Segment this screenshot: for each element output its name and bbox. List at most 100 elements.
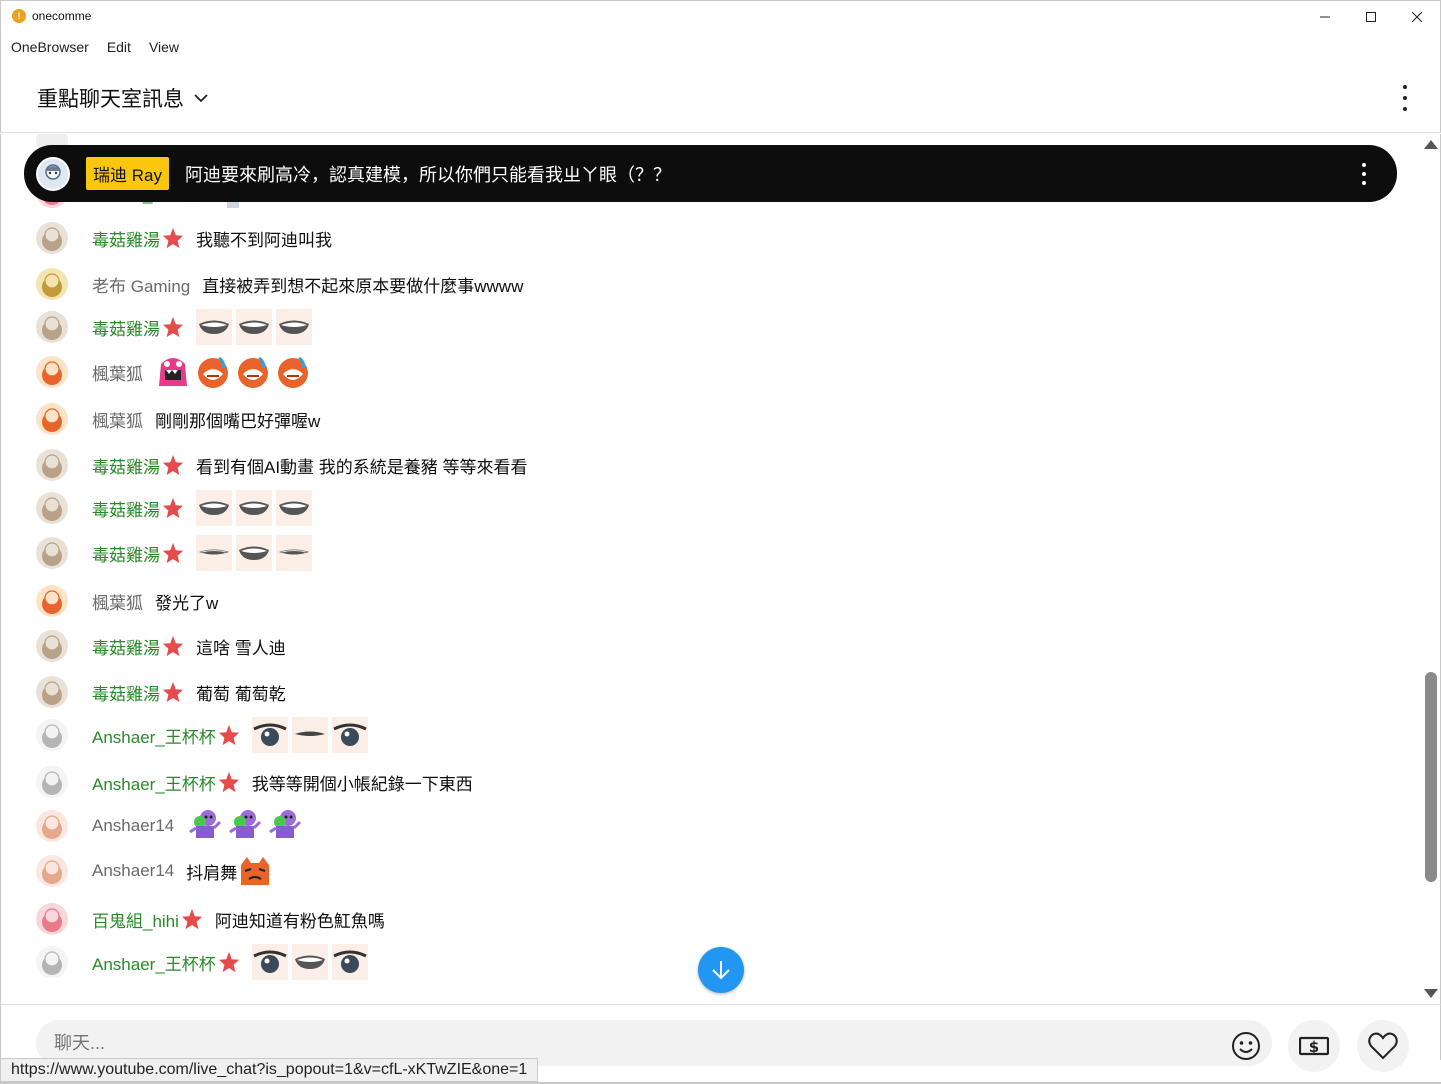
author-name[interactable]: 毒菇雞湯: [92, 226, 160, 251]
author-name[interactable]: 楓葉狐: [92, 360, 143, 385]
author-name[interactable]: Anshaer_王杯杯: [92, 950, 216, 975]
window-controls: [1302, 1, 1440, 32]
menu-bar: OneBrowser Edit View: [0, 31, 1441, 63]
chat-message[interactable]: 楓葉狐 發光了w: [36, 581, 218, 621]
avatar[interactable]: [36, 492, 68, 524]
avatar[interactable]: [36, 766, 68, 798]
author-name[interactable]: 毒菇雞湯: [92, 453, 160, 478]
orange-face-emoji-icon: [195, 354, 231, 390]
member-star-badge-icon: [218, 724, 239, 746]
avatar[interactable]: [36, 403, 68, 435]
grin-mouth-emoji-icon: [276, 490, 312, 526]
author-name[interactable]: Anshaer14: [92, 816, 174, 836]
avatar[interactable]: [36, 268, 68, 300]
avatar[interactable]: [36, 356, 68, 388]
author-name[interactable]: 老布 Gaming: [92, 272, 190, 297]
message-text: 這啥 雪人迪: [196, 638, 286, 658]
chat-message[interactable]: Anshaer_王杯杯: [36, 715, 372, 755]
avatar[interactable]: [36, 585, 68, 617]
menu-view[interactable]: View: [149, 39, 179, 55]
member-star-badge-icon: [218, 771, 239, 793]
flat-mouth-emoji-icon: [276, 535, 312, 571]
message-text: 直接被弄到想不起來原本要做什麼事wwww: [202, 276, 524, 296]
author-name[interactable]: Anshaer_王杯杯: [92, 770, 216, 795]
avatar[interactable]: [36, 676, 68, 708]
grin-mouth-emoji-icon: [196, 309, 232, 345]
author-name[interactable]: Anshaer14: [92, 861, 174, 881]
chat-message[interactable]: 楓葉狐 剛剛那個嘴巴好彈喔w: [36, 399, 320, 439]
avatar[interactable]: [36, 449, 68, 481]
scroll-down-arrow-icon[interactable]: [1424, 989, 1438, 998]
author-name[interactable]: 楓葉狐: [92, 589, 143, 614]
scroll-to-bottom-button[interactable]: [698, 947, 744, 993]
dancing-purple-emoji-icon: [266, 808, 302, 844]
chat-message[interactable]: Anshaer14: [36, 806, 306, 846]
menu-edit[interactable]: Edit: [107, 39, 131, 55]
maximize-button[interactable]: [1348, 1, 1394, 32]
flat-mouth-emoji-icon: [196, 535, 232, 571]
heart-icon: [1368, 1032, 1398, 1060]
more-options-icon[interactable]: [1402, 85, 1408, 111]
avatar[interactable]: [36, 630, 68, 662]
menu-onebrowser[interactable]: OneBrowser: [11, 39, 89, 55]
eye-emoji-icon: [331, 944, 368, 980]
scrollbar[interactable]: [1421, 134, 1441, 1004]
avatar[interactable]: [36, 222, 68, 254]
chat-message[interactable]: 毒菇雞湯: [36, 307, 316, 347]
dancing-purple-emoji-icon: [186, 808, 222, 844]
like-button[interactable]: [1357, 1020, 1409, 1072]
chat-message[interactable]: 毒菇雞湯: [36, 488, 316, 528]
author-name[interactable]: Anshaer_王杯杯: [92, 723, 216, 748]
author-name[interactable]: 毒菇雞湯: [92, 315, 160, 340]
chevron-down-icon[interactable]: [194, 91, 208, 105]
minimize-button[interactable]: [1302, 1, 1348, 32]
avatar[interactable]: [36, 903, 68, 935]
chat-message[interactable]: 毒菇雞湯 這啥 雪人迪: [36, 626, 286, 666]
orange-face-emoji-icon: [275, 354, 311, 390]
grin-mouth-emoji-icon: [291, 944, 328, 980]
scrollbar-thumb[interactable]: [1425, 672, 1437, 882]
avatar[interactable]: [36, 719, 68, 751]
eye-emoji-icon: [251, 944, 288, 980]
avatar[interactable]: [36, 537, 68, 569]
chat-message[interactable]: Anshaer_王杯杯: [36, 942, 372, 982]
avatar[interactable]: [36, 810, 68, 842]
title-bar: ! onecomme: [0, 0, 1441, 31]
message-text: 發光了w: [155, 593, 219, 613]
message-text: 我聽不到阿迪叫我: [196, 230, 332, 250]
chat-message[interactable]: 毒菇雞湯 葡萄 葡萄乾: [36, 672, 286, 712]
avatar[interactable]: [36, 946, 68, 978]
author-name[interactable]: 毒菇雞湯: [92, 541, 160, 566]
scroll-up-arrow-icon[interactable]: [1424, 140, 1438, 149]
author-name[interactable]: 百鬼組_hihi: [92, 907, 179, 932]
author-name[interactable]: 楓葉狐: [92, 407, 143, 432]
member-star-badge-icon: [162, 681, 184, 703]
author-name[interactable]: 毒菇雞湯: [92, 680, 160, 705]
orange-face-emoji-icon: [235, 354, 271, 390]
chat-message[interactable]: Anshaer_王杯杯 我等等開個小帳紀錄一下東西: [36, 762, 473, 802]
avatar[interactable]: [36, 855, 68, 887]
chat-mode-title[interactable]: 重點聊天室訊息: [37, 83, 184, 113]
member-star-badge-icon: [162, 316, 184, 338]
member-star-badge-icon: [181, 908, 203, 930]
chat-message[interactable]: 老布 Gaming 直接被弄到想不起來原本要做什麼事wwww: [36, 264, 523, 304]
chat-message[interactable]: 毒菇雞湯 我聽不到阿迪叫我: [36, 218, 332, 258]
author-name[interactable]: 毒菇雞湯: [92, 496, 160, 521]
minimize-icon: [1320, 16, 1330, 17]
chat-message[interactable]: 楓葉狐: [36, 352, 315, 392]
close-button[interactable]: [1394, 1, 1440, 32]
chat-message[interactable]: Anshaer14 抖肩舞: [36, 851, 277, 891]
author-name[interactable]: 毒菇雞湯: [92, 634, 160, 659]
dancing-purple-emoji-icon: [226, 808, 262, 844]
avatar[interactable]: [36, 311, 68, 343]
pinned-message[interactable]: 瑞迪 Ray 阿迪要來刷高冷，認真建模，所以你們只能看我ㄓㄚ眼（？？: [24, 145, 1397, 202]
super-chat-button[interactable]: $: [1288, 1020, 1340, 1072]
message-text: 剛剛那個嘴巴好彈喔w: [155, 411, 321, 431]
emoji-button[interactable]: [1223, 1023, 1269, 1069]
chat-message[interactable]: 毒菇雞湯 看到有個AI動畫 我的系統是養豬 等等來看看: [36, 445, 528, 485]
grin-mouth-emoji-icon: [236, 309, 272, 345]
more-options-icon[interactable]: [1361, 163, 1367, 185]
chat-message[interactable]: 毒菇雞湯: [36, 533, 316, 573]
smiley-icon: [1232, 1032, 1260, 1060]
chat-message[interactable]: 百鬼組_hihi 阿迪知道有粉色魟魚嗎: [36, 899, 385, 939]
